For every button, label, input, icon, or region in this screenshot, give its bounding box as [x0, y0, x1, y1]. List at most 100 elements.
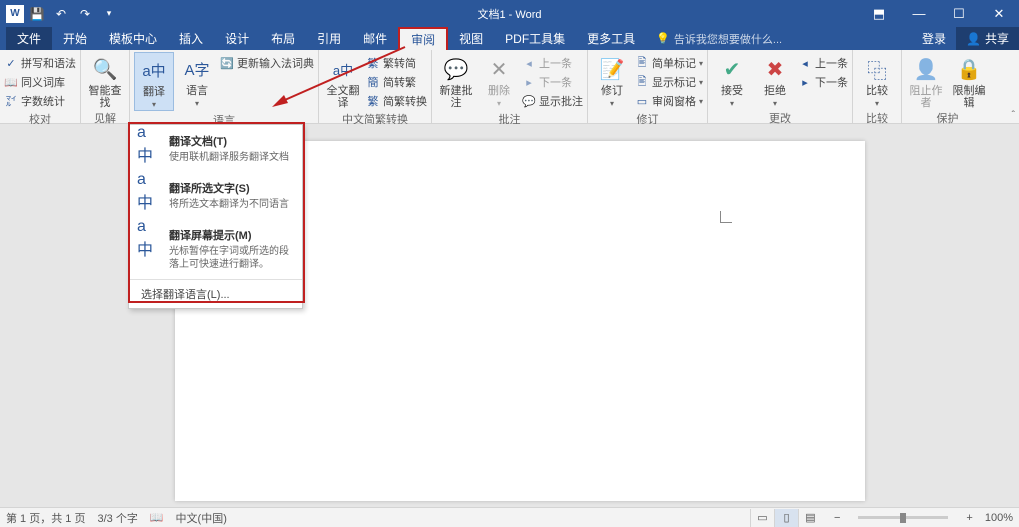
accept-button[interactable]: ✔ 接受▾: [712, 52, 752, 109]
new-comment-button[interactable]: 💬 新建批注: [436, 52, 476, 109]
show-markup-button[interactable]: 🖹显示标记 ▾: [635, 73, 703, 91]
language-icon: A字: [182, 54, 212, 84]
trad-to-simp-button[interactable]: 繁繁转简: [366, 54, 427, 72]
language-status[interactable]: 中文(中国): [176, 510, 227, 526]
accept-icon: ✔: [717, 54, 747, 84]
share-button[interactable]: 👤 共享: [956, 27, 1019, 50]
translate-button[interactable]: a中 翻译▾: [134, 52, 174, 111]
group-proofing: ✓拼写和语法 📖同义词库 ㍄字数统计 校对: [0, 50, 81, 123]
simp-trad-convert-button[interactable]: 繁简繁转换: [366, 92, 427, 110]
minimize-button[interactable]: —: [899, 0, 939, 27]
print-layout-button[interactable]: ▯: [774, 509, 798, 527]
proofing-status-icon[interactable]: 📖: [150, 511, 164, 524]
tab-file[interactable]: 文件: [6, 27, 52, 50]
group-compare: ⿻ 比较▾ 比较: [853, 50, 902, 123]
ribbon-options-button[interactable]: ⬒: [859, 0, 899, 27]
translate-icon: a中: [139, 55, 169, 85]
tab-view[interactable]: 视图: [448, 27, 494, 50]
compare-button[interactable]: ⿻ 比较▾: [857, 52, 897, 109]
zoom-slider[interactable]: [858, 516, 948, 519]
mini-translator-item[interactable]: a中 翻译屏幕提示(M) 光标暂停在字词或所选的段落上可快速进行翻译。: [129, 219, 302, 279]
collapse-ribbon-icon[interactable]: ˆ: [1012, 110, 1015, 121]
web-layout-button[interactable]: ▤: [798, 509, 822, 527]
word-icon[interactable]: W: [6, 5, 24, 23]
mini-translator-icon: a中: [137, 227, 161, 251]
word-count[interactable]: 3/3 个字: [97, 510, 137, 526]
page-indicator[interactable]: 第 1 页，共 1 页: [6, 510, 85, 526]
maximize-button[interactable]: ☐: [939, 0, 979, 27]
tab-template[interactable]: 模板中心: [98, 27, 168, 50]
block-icon: 👤: [911, 54, 941, 84]
block-authors-button[interactable]: 👤 阻止作者: [906, 52, 946, 109]
statusbar: 第 1 页，共 1 页 3/3 个字 📖 中文(中国) ▭ ▯ ▤ − + 10…: [0, 507, 1019, 527]
undo-button[interactable]: ↶: [50, 3, 72, 25]
save-button[interactable]: 💾: [26, 3, 48, 25]
smart-lookup-button[interactable]: 🔍 智能查找: [85, 52, 125, 109]
next-comment-button[interactable]: ▸下一条: [522, 73, 583, 91]
zoom-level[interactable]: 100%: [985, 512, 1013, 524]
translate-document-item[interactable]: a中 翻译文档(T) 使用联机翻译服务翻译文档: [129, 125, 302, 172]
redo-button[interactable]: ↷: [74, 3, 96, 25]
delete-comment-button[interactable]: ✕ 删除▾: [479, 52, 519, 109]
bulb-icon: 💡: [656, 32, 670, 45]
translate-sel-icon: a中: [137, 180, 161, 204]
tab-review[interactable]: 审阅: [398, 27, 448, 50]
reject-button[interactable]: ✖ 拒绝▾: [755, 52, 795, 109]
translate-selection-item[interactable]: a中 翻译所选文字(S) 将所选文本翻译为不同语言: [129, 172, 302, 219]
tab-pdf[interactable]: PDF工具集: [494, 27, 576, 50]
next-change-button[interactable]: ▸下一条: [798, 73, 848, 91]
update-ime-button[interactable]: 🔄更新输入法词典: [220, 54, 314, 72]
thesaurus-button[interactable]: 📖同义词库: [4, 73, 76, 91]
prev-comment-button[interactable]: ◂上一条: [522, 54, 583, 72]
tell-me-box[interactable]: 💡 告诉我您想要做什么...: [646, 27, 782, 50]
translate-doc-icon: a中: [137, 133, 161, 157]
track-icon: 📝: [597, 54, 627, 84]
tab-insert[interactable]: 插入: [168, 27, 214, 50]
qat-customize[interactable]: ▾: [98, 3, 120, 25]
group-comments: 💬 新建批注 ✕ 删除▾ ◂上一条 ▸下一条 💬显示批注 批注: [432, 50, 588, 123]
window-controls: ⬒ — ☐ ✕: [859, 0, 1019, 27]
reject-icon: ✖: [760, 54, 790, 84]
language-button[interactable]: A字 语言▾: [177, 52, 217, 109]
ribbon-tabs: 文件 开始 模板中心 插入 设计 布局 引用 邮件 审阅 视图 PDF工具集 更…: [0, 27, 1019, 50]
tab-home[interactable]: 开始: [52, 27, 98, 50]
full-translation-button[interactable]: a中 全文翻译: [323, 52, 363, 109]
tab-more[interactable]: 更多工具: [576, 27, 646, 50]
close-button[interactable]: ✕: [979, 0, 1019, 27]
read-mode-button[interactable]: ▭: [750, 509, 774, 527]
markup-dropdown[interactable]: 🖹简单标记 ▾: [635, 54, 703, 72]
full-translate-icon: a中: [328, 54, 358, 84]
window-title: 文档1 - Word: [478, 6, 542, 22]
track-changes-button[interactable]: 📝 修订▾: [592, 52, 632, 109]
delete-icon: ✕: [484, 54, 514, 84]
zoom-in-button[interactable]: +: [966, 512, 972, 524]
translate-dropdown: a中 翻译文档(T) 使用联机翻译服务翻译文档 a中 翻译所选文字(S) 将所选…: [128, 124, 303, 309]
tab-references[interactable]: 引用: [306, 27, 352, 50]
tab-design[interactable]: 设计: [214, 27, 260, 50]
restrict-editing-button[interactable]: 🔒 限制编辑: [949, 52, 989, 109]
group-chinese-conversion: a中 全文翻译 繁繁转简 簡简转繁 繁简繁转换 中文简繁转换: [319, 50, 432, 123]
text-cursor-icon: [720, 211, 732, 223]
search-icon: 🔍: [90, 54, 120, 84]
compare-icon: ⿻: [862, 54, 892, 84]
simp-to-trad-button[interactable]: 簡简转繁: [366, 73, 427, 91]
share-icon: 👤: [966, 32, 981, 46]
login-button[interactable]: 登录: [912, 27, 956, 50]
group-protect: 👤 阻止作者 🔒 限制编辑 保护: [902, 50, 993, 123]
reviewing-pane-button[interactable]: ▭审阅窗格 ▾: [635, 92, 703, 110]
tab-mailings[interactable]: 邮件: [352, 27, 398, 50]
prev-change-button[interactable]: ◂上一条: [798, 54, 848, 72]
lock-icon: 🔒: [954, 54, 984, 84]
group-language: a中 翻译▾ A字 语言▾ 🔄更新输入法词典 语言: [130, 50, 319, 123]
spelling-button[interactable]: ✓拼写和语法: [4, 54, 76, 72]
comment-icon: 💬: [441, 54, 471, 84]
tab-layout[interactable]: 布局: [260, 27, 306, 50]
ribbon: ✓拼写和语法 📖同义词库 ㍄字数统计 校对 🔍 智能查找 见解 a中 翻译▾ A…: [0, 50, 1019, 124]
show-comments-button[interactable]: 💬显示批注: [522, 92, 583, 110]
group-changes: ✔ 接受▾ ✖ 拒绝▾ ◂上一条 ▸下一条 更改: [708, 50, 853, 123]
zoom-out-button[interactable]: −: [834, 512, 840, 524]
choose-translation-language-item[interactable]: 选择翻译语言(L)...: [129, 280, 302, 308]
wordcount-button[interactable]: ㍄字数统计: [4, 92, 76, 110]
titlebar: W 💾 ↶ ↷ ▾ 文档1 - Word ⬒ — ☐ ✕: [0, 0, 1019, 27]
group-tracking: 📝 修订▾ 🖹简单标记 ▾ 🖹显示标记 ▾ ▭审阅窗格 ▾ 修订: [588, 50, 708, 123]
